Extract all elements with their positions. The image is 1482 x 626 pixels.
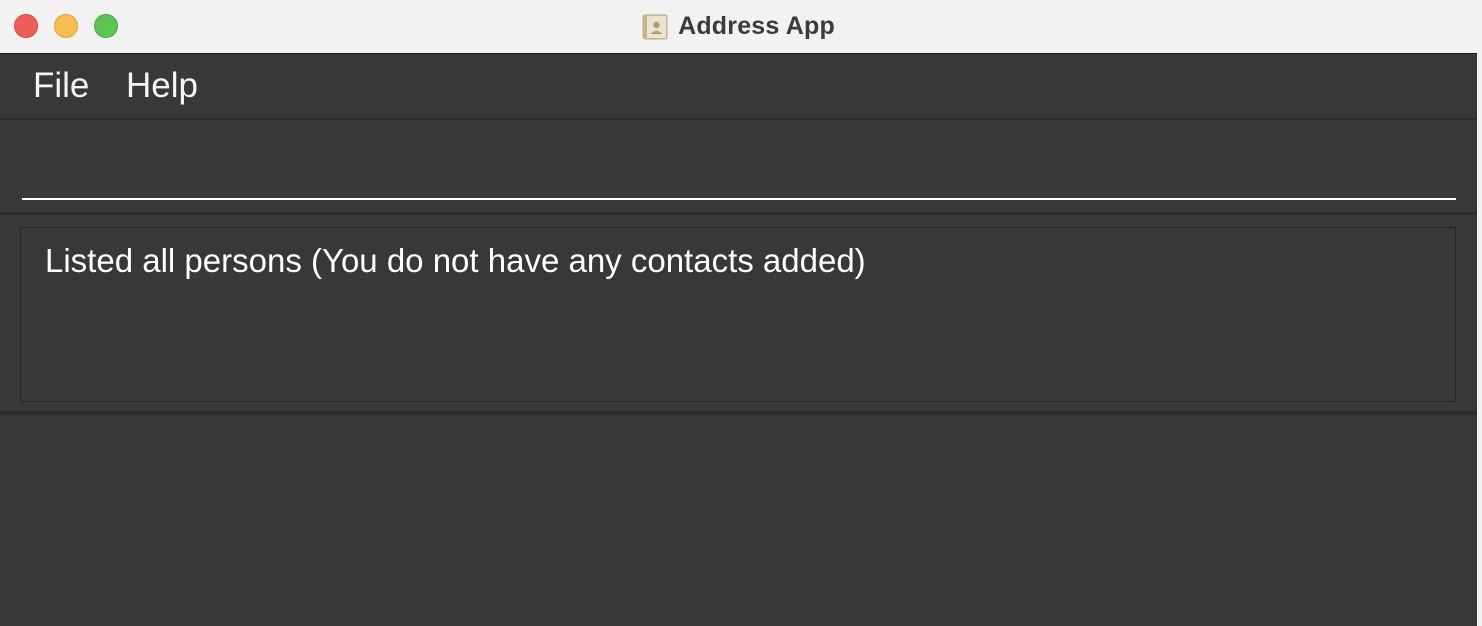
window-title: Address App xyxy=(678,12,835,40)
result-display: Listed all persons (You do not have any … xyxy=(20,227,1456,402)
menu-help[interactable]: Help xyxy=(126,66,198,106)
result-message: Listed all persons (You do not have any … xyxy=(45,242,866,279)
command-box-pane xyxy=(0,120,1477,212)
window-edge xyxy=(1477,0,1482,626)
window-title-group: Address App xyxy=(0,0,1477,53)
address-book-icon xyxy=(642,14,668,40)
command-input[interactable] xyxy=(22,138,1456,200)
menu-bar: File Help xyxy=(0,54,1477,120)
title-bar[interactable]: Address App xyxy=(0,0,1477,54)
person-list-panel xyxy=(0,415,1477,626)
app-window: Address App File Help Listed all persons… xyxy=(0,0,1477,626)
menu-file[interactable]: File xyxy=(33,66,89,106)
pane-divider[interactable] xyxy=(0,212,1477,215)
